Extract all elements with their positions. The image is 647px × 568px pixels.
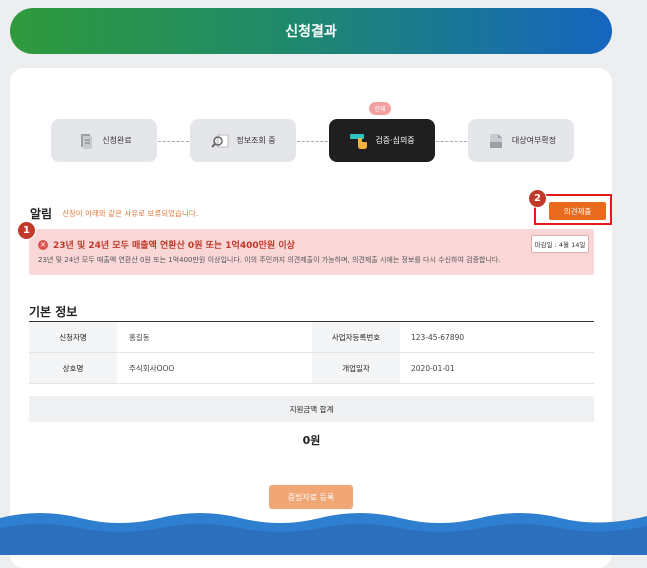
hand-pointer-icon (349, 131, 369, 151)
callout-marker-2: 2 (529, 190, 546, 207)
total-amount-value: 0원 (302, 434, 321, 447)
business-number-value: 123-45-67890 (411, 332, 465, 342)
step-eligibility-confirmed: 대상여부확정 (468, 119, 574, 162)
basic-info-title: 기본 정보 (29, 305, 78, 319)
alert-reason-title: 23년 및 24년 모두 매출액 연환산 0원 또는 1억400만원 이상 (53, 241, 295, 251)
magnifier-icon (210, 131, 230, 151)
step-label: 신청완료 (102, 136, 132, 145)
page-header: 신청결과 (10, 8, 612, 54)
alert-title: 알림 (30, 207, 53, 221)
callout-marker-1: 1 (18, 222, 35, 239)
alert-subtitle: 신청이 아래와 같은 사유로 보류되었습니다. (62, 209, 199, 218)
step-label: 정보조회 중 (236, 136, 276, 145)
business-number-label: 사업자등록번호 (312, 322, 400, 352)
current-step-badge: 현재 (369, 102, 391, 115)
company-name-label: 상호명 (29, 353, 117, 383)
file-icon (486, 131, 506, 151)
alert-reason-heading: ✕ 23년 및 24년 모두 매출액 연환산 0원 또는 1억400만원 이상 (38, 238, 295, 251)
total-amount-label: 지원금액 합계 (29, 396, 594, 422)
basic-info-table: 신청자명 홍길동 사업자등록번호 123-45-67890 상호명 주식회사OO… (29, 322, 594, 384)
step-label: 대상여부확정 (511, 136, 557, 145)
error-icon: ✕ (38, 239, 48, 250)
step-label: 검증·심의중 (375, 136, 415, 145)
page-title: 신청결과 (285, 24, 337, 40)
step-info-inquiry: 정보조회 중 (190, 119, 296, 162)
company-name-value: 주식회사OOO (129, 363, 175, 373)
step-application-complete: 신청완료 (51, 119, 157, 162)
alert-reason-body: 23년 및 24년 모두 매출액 연환산 0원 또는 1억400만원 이상입니다… (38, 256, 501, 264)
alert-panel (29, 229, 594, 275)
opening-date-value: 2020-01-01 (411, 363, 455, 373)
applicant-name-value: 홍길동 (129, 332, 150, 342)
step-verification: 검증·심의중 (329, 119, 435, 162)
table-row: 신청자명 홍길동 사업자등록번호 123-45-67890 (29, 322, 594, 353)
step-connector (436, 141, 467, 142)
deadline-badge: 마감일 : 4월 14일 (531, 235, 589, 253)
wave-decoration (0, 513, 647, 555)
applicant-name-label: 신청자명 (29, 322, 117, 352)
step-connector (297, 141, 328, 142)
table-row: 상호명 주식회사OOO 개업일자 2020-01-01 (29, 353, 594, 384)
opening-date-label: 개업일자 (312, 353, 400, 383)
step-connector (158, 141, 189, 142)
register-evidence-button[interactable]: 증빙자료 등록 (269, 485, 353, 509)
document-stack-icon (76, 131, 96, 151)
